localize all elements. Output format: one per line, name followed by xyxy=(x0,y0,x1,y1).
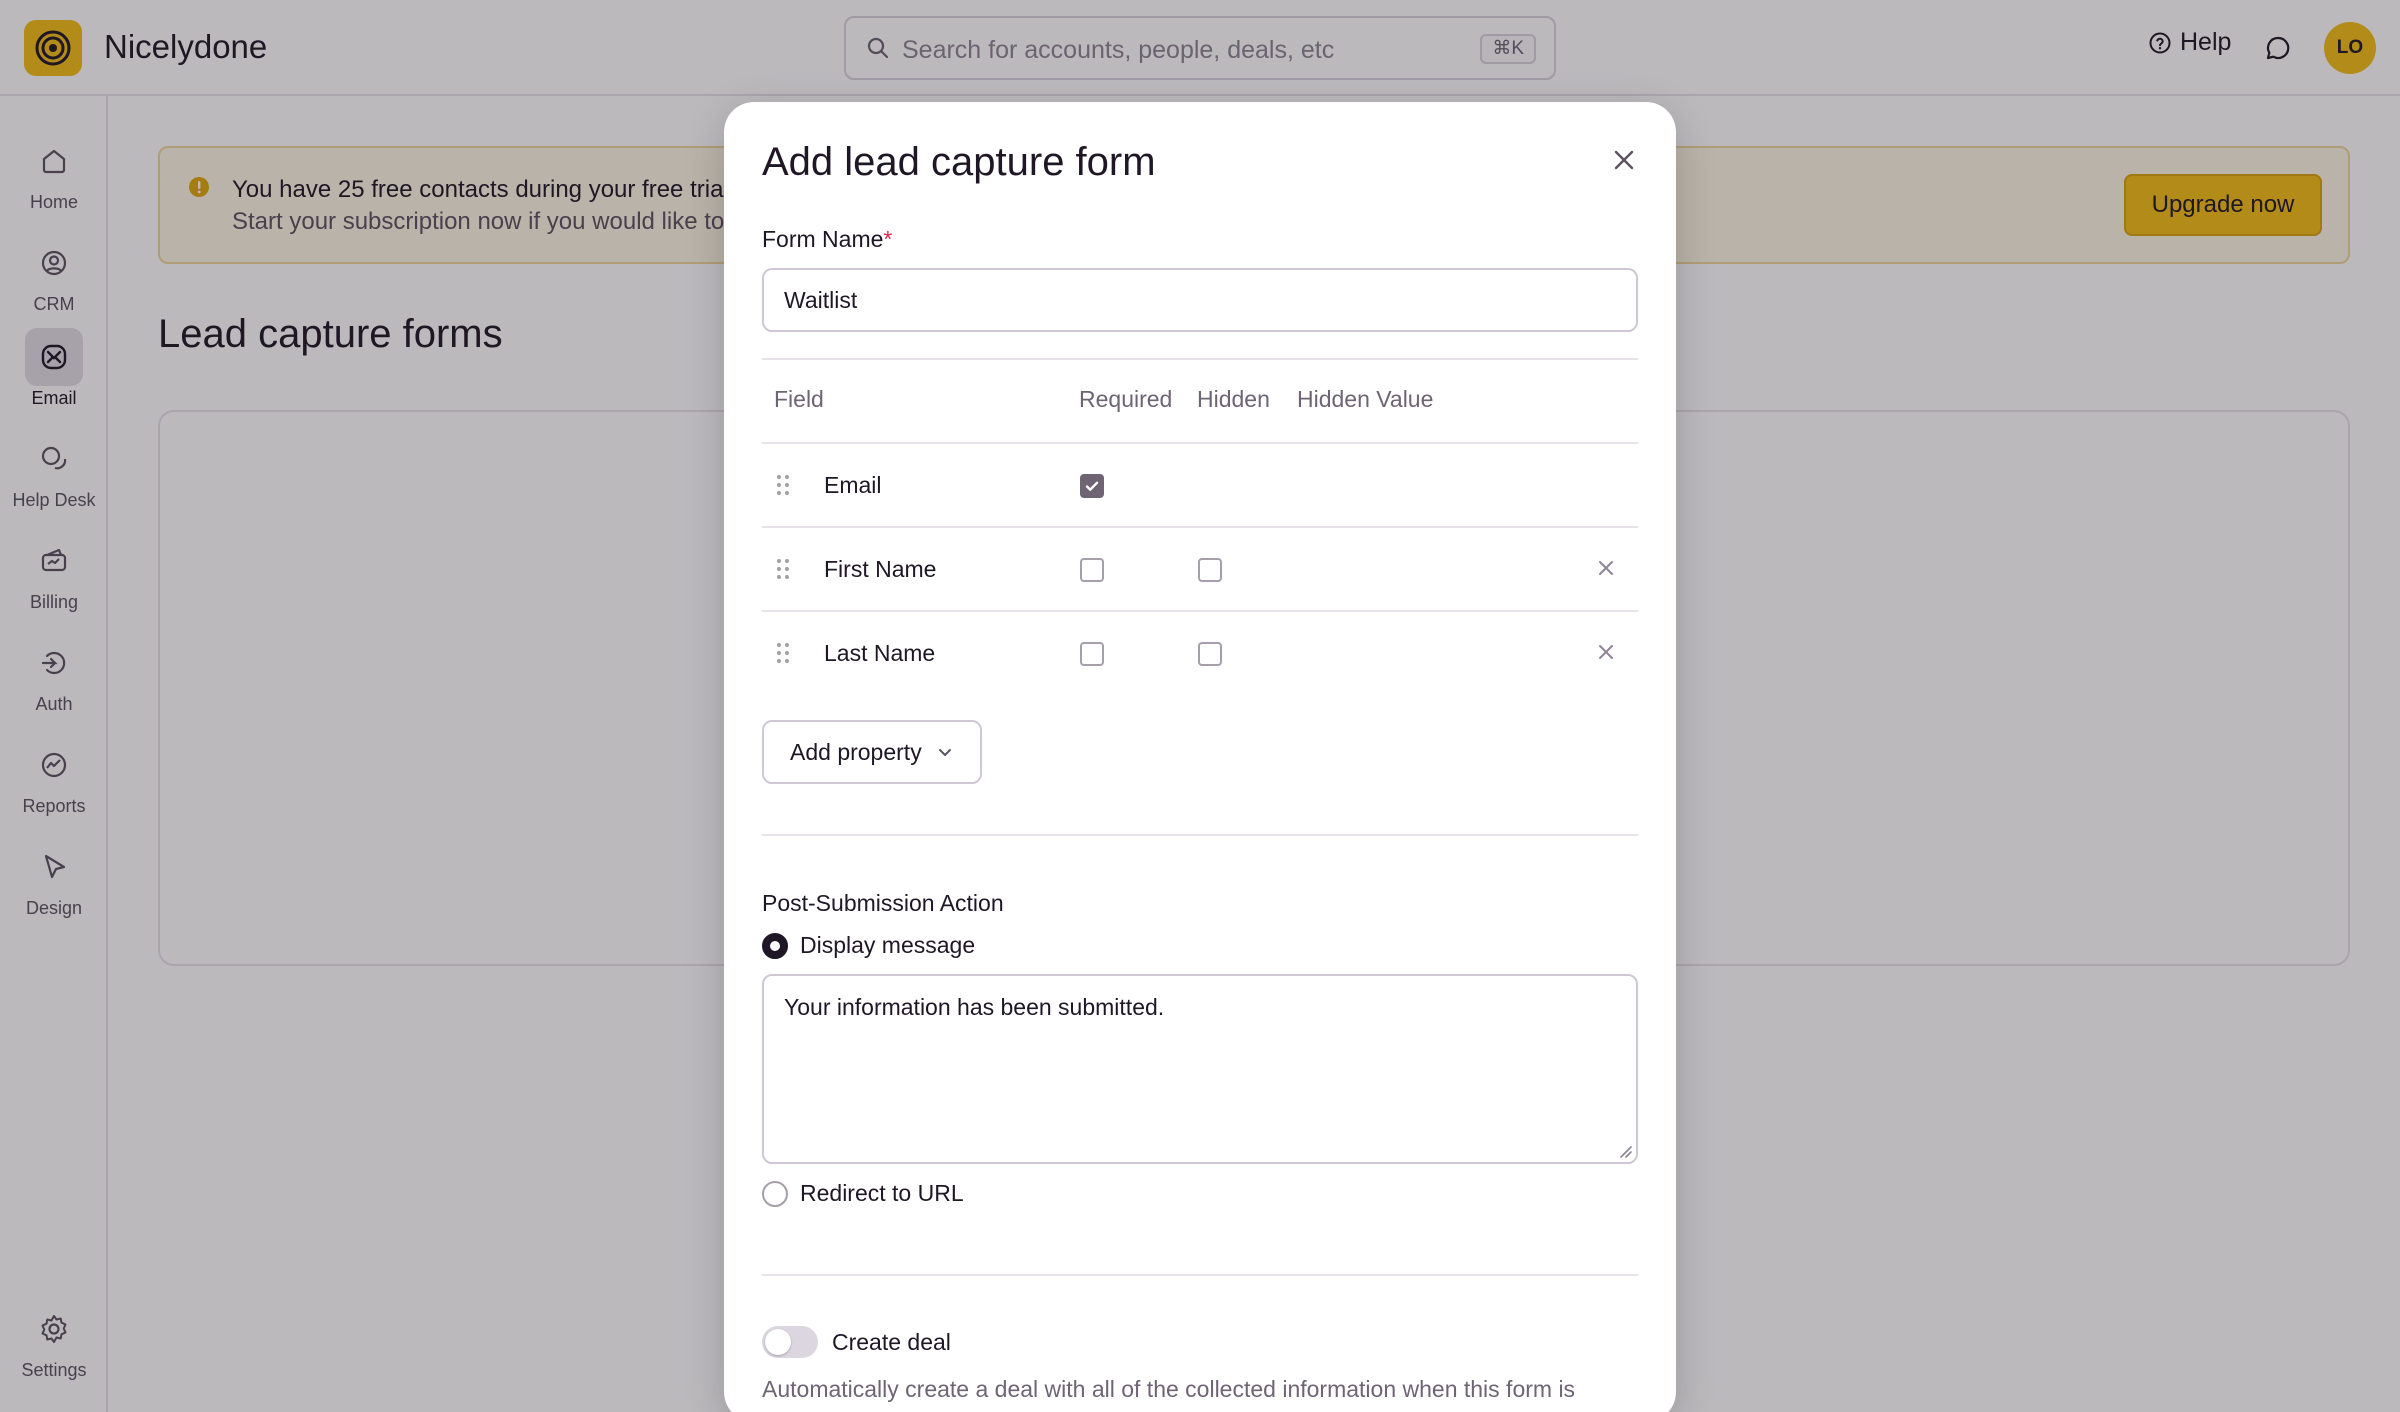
resize-handle-icon[interactable] xyxy=(1618,1144,1632,1158)
field-name: Email xyxy=(824,472,882,498)
required-checkbox[interactable] xyxy=(1080,474,1104,498)
required-marker: * xyxy=(883,226,893,252)
divider xyxy=(762,1274,1638,1276)
create-deal-toggle[interactable] xyxy=(762,1326,818,1358)
display-message-radio[interactable] xyxy=(762,932,788,959)
drag-handle-icon[interactable] xyxy=(776,558,790,580)
hidden-checkbox[interactable] xyxy=(1198,558,1222,582)
create-deal-option: Create deal xyxy=(762,1326,951,1358)
remove-field-icon[interactable] xyxy=(1596,642,1616,662)
required-checkbox[interactable] xyxy=(1080,558,1104,582)
remove-field-icon[interactable] xyxy=(1596,558,1616,578)
form-name-input[interactable] xyxy=(762,268,1638,332)
display-message-option[interactable]: Display message xyxy=(762,932,975,959)
column-header-hidden-value: Hidden Value xyxy=(1297,386,1434,412)
add-property-button[interactable]: Add property xyxy=(762,720,982,784)
chevron-down-icon xyxy=(938,749,951,756)
create-deal-description: Automatically create a deal with all of … xyxy=(762,1376,1576,1412)
message-text: Your information has been submitted. xyxy=(784,994,1165,1020)
add-property-label: Add property xyxy=(790,738,922,765)
drag-handle-icon[interactable] xyxy=(776,474,790,496)
form-name-label: Form Name* xyxy=(762,226,892,253)
redirect-url-label: Redirect to URL xyxy=(800,1180,964,1206)
column-header-hidden: Hidden xyxy=(1197,386,1270,412)
close-icon xyxy=(1614,150,1634,170)
field-row-first-name: First Name xyxy=(762,528,1638,612)
field-row-last-name: Last Name xyxy=(762,612,1638,696)
field-name: First Name xyxy=(824,556,937,582)
post-submission-title: Post-Submission Action xyxy=(762,890,1004,916)
redirect-url-radio[interactable] xyxy=(762,1180,788,1207)
column-header-required: Required xyxy=(1079,386,1173,412)
drag-handle-icon[interactable] xyxy=(776,642,790,664)
required-checkbox[interactable] xyxy=(1080,642,1104,666)
form-name-label-text: Form Name xyxy=(762,226,884,252)
message-textarea[interactable]: Your information has been submitted. xyxy=(762,974,1638,1164)
close-button[interactable] xyxy=(1608,144,1640,176)
create-deal-label: Create deal xyxy=(832,1328,951,1355)
divider xyxy=(762,358,1638,360)
field-row-email: Email xyxy=(762,444,1638,528)
checkmark-icon xyxy=(1085,481,1099,491)
add-lead-form-modal: Add lead capture form Form Name* Field R… xyxy=(724,102,1676,1412)
column-header-field: Field xyxy=(774,386,824,412)
hidden-checkbox[interactable] xyxy=(1198,642,1222,666)
display-message-label: Display message xyxy=(800,932,976,958)
field-name: Last Name xyxy=(824,640,936,666)
modal-title: Add lead capture form xyxy=(762,140,1156,184)
divider xyxy=(762,834,1638,836)
redirect-url-option[interactable]: Redirect to URL xyxy=(762,1180,964,1207)
